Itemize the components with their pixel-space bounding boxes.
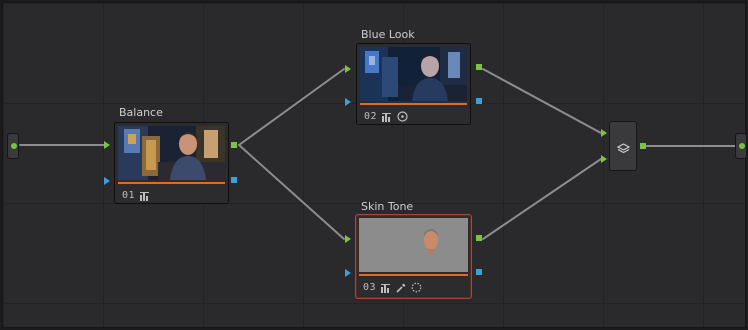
balance-alpha-input[interactable]	[104, 177, 110, 185]
output-input-port[interactable]	[739, 143, 745, 149]
node-number: 01	[122, 189, 136, 201]
bluelook-rgb-input[interactable]	[345, 65, 351, 73]
wire-bluelook-to-mixer	[482, 68, 602, 134]
output-node[interactable]	[735, 133, 747, 159]
mixer-output[interactable]	[640, 143, 646, 149]
balance-rgb-output[interactable]	[231, 142, 237, 148]
mixer-input-1[interactable]	[601, 129, 607, 137]
node-blue-look[interactable]: 02	[356, 43, 471, 125]
bluelook-alpha-input[interactable]	[345, 98, 351, 106]
node-status-bar	[360, 103, 467, 105]
node-label-skin-tone: Skin Tone	[361, 200, 414, 213]
histogram-icon	[382, 107, 392, 126]
thumbnail-balance	[118, 126, 225, 180]
bluelook-alpha-output[interactable]	[476, 98, 482, 104]
layers-icon	[616, 140, 631, 159]
node-label-blue-look: Blue Look	[361, 28, 415, 41]
source-output-port[interactable]	[11, 143, 17, 149]
eyedropper-icon	[396, 278, 406, 297]
balance-alpha-output[interactable]	[231, 177, 237, 183]
mixer-input-2[interactable]	[601, 155, 607, 163]
node-label-balance: Balance	[119, 106, 163, 119]
balance-rgb-input[interactable]	[104, 141, 110, 149]
skintone-rgb-output[interactable]	[476, 235, 482, 241]
bluelook-rgb-output[interactable]	[476, 64, 482, 70]
node-balance[interactable]: 01	[114, 122, 229, 204]
layer-mixer-node[interactable]	[609, 121, 637, 171]
thumbnail-blue-look	[360, 47, 467, 101]
skintone-alpha-input[interactable]	[345, 269, 351, 277]
source-input-node[interactable]	[7, 133, 19, 159]
node-status-bar	[118, 182, 225, 184]
wire-balance-to-bluelook	[238, 68, 345, 146]
node-skin-tone[interactable]: 03	[355, 214, 472, 299]
skintone-alpha-output[interactable]	[476, 269, 482, 275]
node-number: 03	[363, 281, 377, 293]
circle-target-icon	[397, 107, 408, 126]
skintone-rgb-input[interactable]	[345, 235, 351, 243]
wire-balance-to-skintone	[238, 144, 345, 240]
histogram-icon	[140, 186, 150, 205]
node-number: 02	[364, 110, 378, 122]
histogram-icon	[381, 278, 391, 297]
node-status-bar	[359, 274, 468, 276]
dotted-circle-icon	[411, 278, 422, 297]
thumbnail-skin-tone	[359, 218, 468, 272]
wire-skintone-to-mixer	[482, 158, 602, 240]
